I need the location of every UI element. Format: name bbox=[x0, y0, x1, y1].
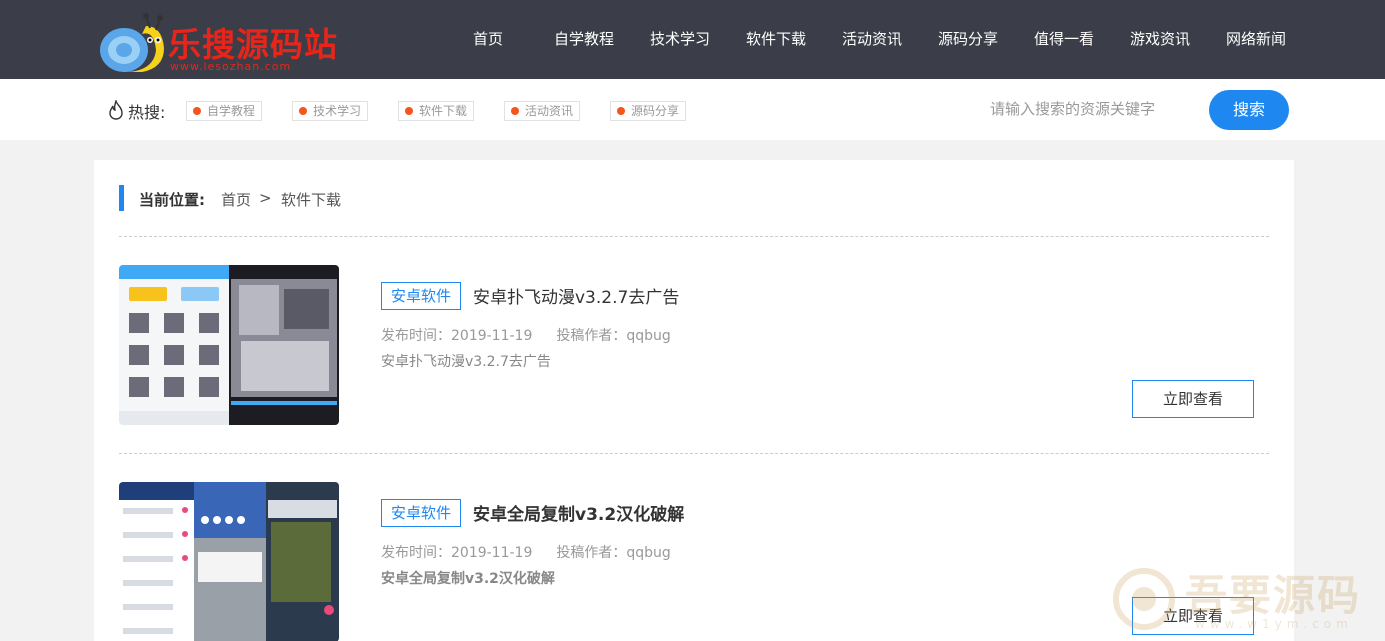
hot-tag-tech[interactable]: 技术学习 bbox=[292, 101, 369, 121]
nav-item-events[interactable]: 活动资讯 bbox=[824, 0, 920, 79]
breadcrumb-label: 当前位置: bbox=[139, 191, 205, 209]
item-title[interactable]: 安卓全局复制v3.2汉化破解 bbox=[473, 500, 684, 525]
author: 投稿作者：qqbug bbox=[556, 328, 671, 344]
nav-item-news[interactable]: 网络新闻 bbox=[1208, 0, 1304, 79]
hot-tag-tutorials[interactable]: 自学教程 bbox=[186, 101, 263, 121]
fire-icon bbox=[109, 100, 123, 120]
tag-dot bbox=[299, 107, 307, 115]
item-title[interactable]: 安卓扑飞动漫v3.2.7去广告 bbox=[473, 283, 679, 308]
publish-date: 发布时间：2019-11-19 bbox=[381, 328, 533, 344]
publish-date: 发布时间：2019-11-19 bbox=[381, 545, 533, 561]
site-logo[interactable]: 乐搜源码站 www.lesozhan.com bbox=[98, 12, 338, 74]
item-description: 安卓全局复制v3.2汉化破解 bbox=[381, 571, 555, 587]
category-tag[interactable]: 安卓软件 bbox=[381, 499, 461, 527]
breadcrumb-separator: > bbox=[259, 189, 272, 207]
manga-app-screenshot-image bbox=[119, 265, 339, 425]
search-button[interactable]: 搜索 bbox=[1209, 90, 1289, 130]
hot-tag-label: 自学教程 bbox=[207, 104, 256, 118]
divider bbox=[119, 453, 1269, 454]
main-nav: 首页 自学教程 技术学习 软件下载 活动资讯 源码分享 值得一看 游戏资讯 网络… bbox=[440, 0, 1304, 79]
hot-tag-events[interactable]: 活动资讯 bbox=[504, 101, 581, 121]
hot-tag-label: 活动资讯 bbox=[525, 104, 574, 118]
item-thumbnail[interactable] bbox=[119, 482, 339, 641]
nav-item-home[interactable]: 首页 bbox=[440, 0, 536, 79]
hot-search-label: 热搜: bbox=[128, 103, 166, 122]
category-tag[interactable]: 安卓软件 bbox=[381, 282, 461, 310]
divider bbox=[119, 236, 1269, 237]
nav-item-source[interactable]: 源码分享 bbox=[920, 0, 1016, 79]
breadcrumb-accent-bar bbox=[119, 185, 124, 211]
hot-tag-source[interactable]: 源码分享 bbox=[610, 101, 687, 121]
tag-dot bbox=[511, 107, 519, 115]
watermark-text: 吾要源码 bbox=[1185, 571, 1362, 620]
logo-url: www.lesozhan.com bbox=[170, 60, 292, 73]
logo-text: 乐搜源码站 bbox=[168, 25, 338, 64]
tag-dot bbox=[193, 107, 201, 115]
author: 投稿作者：qqbug bbox=[556, 545, 671, 561]
hot-tag-label: 源码分享 bbox=[631, 104, 680, 118]
item-thumbnail[interactable] bbox=[119, 265, 339, 425]
item-meta: 发布时间：2019-11-19 投稿作者：qqbug bbox=[381, 542, 671, 562]
hot-tag-software[interactable]: 软件下载 bbox=[398, 101, 475, 121]
nav-item-games[interactable]: 游戏资讯 bbox=[1112, 0, 1208, 79]
nav-item-software[interactable]: 软件下载 bbox=[728, 0, 824, 79]
nav-item-tutorials[interactable]: 自学教程 bbox=[536, 0, 632, 79]
tag-dot bbox=[617, 107, 625, 115]
view-now-button[interactable]: 立即查看 bbox=[1132, 380, 1254, 418]
item-meta: 发布时间：2019-11-19 投稿作者：qqbug bbox=[381, 325, 671, 345]
hot-tag-label: 技术学习 bbox=[313, 104, 362, 118]
hot-tag-label: 软件下载 bbox=[419, 104, 468, 118]
search-input[interactable] bbox=[960, 90, 1200, 128]
watermark-logo-icon bbox=[1113, 568, 1175, 630]
breadcrumb-home-link[interactable]: 首页 bbox=[221, 189, 251, 210]
watermark-url: www.w1ym.com bbox=[1195, 617, 1353, 631]
top-navbar: 乐搜源码站 www.lesozhan.com 首页 自学教程 技术学习 软件下载… bbox=[0, 0, 1385, 79]
nav-item-tech[interactable]: 技术学习 bbox=[632, 0, 728, 79]
breadcrumb-current: 软件下载 bbox=[281, 191, 342, 209]
watermark: 吾要源码 www.w1ym.com bbox=[1105, 560, 1385, 641]
nav-item-worth[interactable]: 值得一看 bbox=[1016, 0, 1112, 79]
item-description: 安卓扑飞动漫v3.2.7去广告 bbox=[381, 354, 551, 370]
copy-app-screenshot-image bbox=[119, 482, 339, 641]
tag-dot bbox=[405, 107, 413, 115]
snail-logo-icon bbox=[100, 13, 164, 72]
